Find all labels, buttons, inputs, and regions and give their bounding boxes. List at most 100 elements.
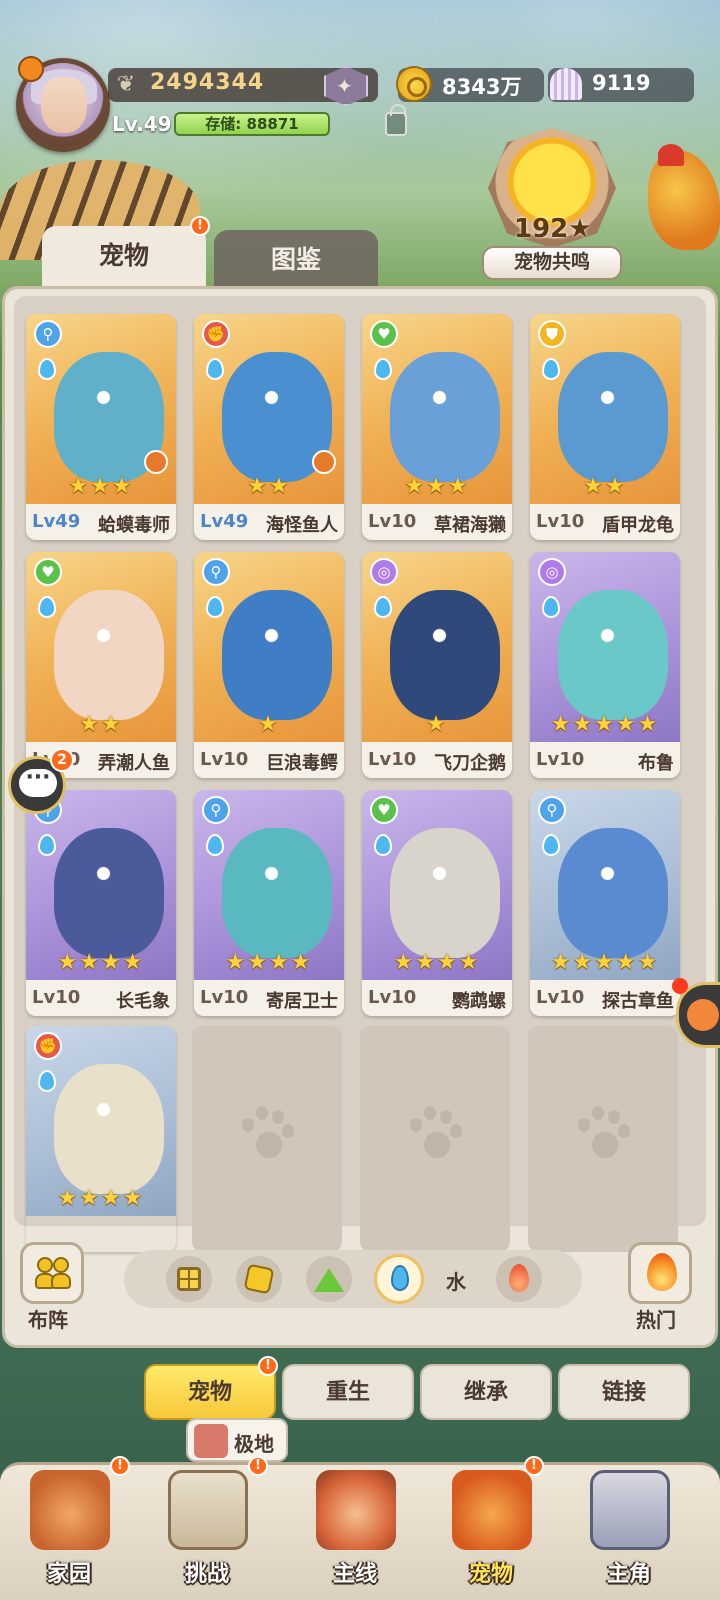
pet-type-icon: ⚲	[202, 796, 230, 824]
water-drop-icon	[374, 596, 392, 618]
water-drop-icon	[38, 1070, 56, 1092]
pet-level: Lv10	[536, 749, 585, 770]
empty-slot	[360, 1026, 510, 1252]
action-tab-rebirth[interactable]: 重生	[282, 1364, 414, 1420]
water-drop-icon	[374, 834, 392, 856]
pet-level: Lv10	[32, 987, 81, 1008]
pet-resonance-button[interactable]: 192★ 宠物共鸣	[478, 128, 626, 280]
pet-card[interactable]: ◎ ★★★★★ Lv10 布鲁	[530, 552, 680, 778]
nav-pets[interactable]: 宠物	[436, 1470, 546, 1590]
pet-stars: ★★	[79, 712, 123, 737]
shell-icon	[550, 68, 582, 100]
pet-card[interactable]: ✊ ★★ Lv49 海怪鱼人	[194, 314, 344, 540]
pet-name: 草裙海獭	[434, 515, 506, 536]
pumpkin-icon	[18, 56, 44, 82]
earth-element-icon[interactable]	[236, 1256, 282, 1302]
pet-level: Lv10	[368, 987, 417, 1008]
water-drop-icon	[374, 358, 392, 380]
empty-slot	[192, 1026, 342, 1252]
pet-type-icon: ⚲	[34, 320, 62, 348]
pet-card[interactable]: ⚲ ★★★ Lv49 蛤蟆毒师	[26, 314, 176, 540]
pet-level: Lv10	[200, 987, 249, 1008]
pet-card[interactable]: ⛊ ★★ Lv10 盾甲龙龟	[530, 314, 680, 540]
pet-stars: ★	[426, 712, 448, 737]
grass-element-icon[interactable]	[306, 1256, 352, 1302]
floating-pet-badge	[672, 978, 688, 994]
polar-tooltip[interactable]: 极地	[186, 1418, 288, 1462]
nav-challenge-badge: !	[248, 1456, 268, 1476]
pet-name: 长毛象	[116, 991, 170, 1012]
water-drop-icon	[38, 358, 56, 380]
tab-pets-badge: !	[190, 216, 210, 236]
pet-name: 海怪鱼人	[266, 515, 338, 536]
pet-name: 盾甲龙龟	[602, 515, 674, 536]
resonance-label: 宠物共鸣	[482, 246, 622, 280]
nav-mainline[interactable]: 主线	[300, 1470, 410, 1590]
pet-stars: ★★★★	[225, 950, 313, 975]
flame-icon	[647, 1253, 677, 1291]
pet-level: Lv10	[368, 511, 417, 532]
pet-stars: ★★★★★	[550, 712, 660, 737]
shell-counter[interactable]: 9119	[548, 68, 694, 102]
storage-label: 存储: 88871	[205, 115, 299, 133]
water-drop-icon	[542, 834, 560, 856]
pet-card[interactable]: ♥ ★★★★ Lv10 鹦鹉螺	[362, 790, 512, 1016]
warrior-icon	[316, 1470, 396, 1550]
pet-card[interactable]: ♥★★Lv10弄潮人鱼	[26, 552, 176, 778]
nav-hero[interactable]: 主角	[574, 1470, 684, 1590]
fire-element-icon[interactable]	[496, 1256, 542, 1302]
all-elements-icon[interactable]	[166, 1256, 212, 1302]
pet-level: Lv10	[536, 987, 585, 1008]
pet-type-icon: ◎	[538, 558, 566, 586]
lock-icon[interactable]	[385, 104, 407, 136]
pet-portrait	[558, 352, 668, 482]
crate-icon	[168, 1470, 248, 1550]
pet-stars: ★★★★	[393, 950, 481, 975]
water-drop-icon	[542, 358, 560, 380]
pet-card[interactable]: ◎ ★ Lv10 飞刀企鹅	[362, 552, 512, 778]
pet-portrait	[222, 590, 332, 720]
player-level: Lv.49	[112, 112, 172, 136]
paw-icon	[240, 1106, 296, 1166]
hero-equipment-icon	[590, 1470, 670, 1550]
resonance-count: 192★	[514, 214, 592, 244]
pet-stars: ★★★	[404, 474, 470, 499]
action-tab-inherit[interactable]: 继承	[420, 1364, 552, 1420]
pet-name: 巨浪毒鳄	[266, 753, 338, 774]
chat-badge: 2	[50, 748, 74, 772]
nav-home[interactable]: 家园	[14, 1470, 124, 1590]
pet-type-icon: ♥	[370, 796, 398, 824]
pet-portrait	[54, 590, 164, 720]
pet-portrait	[558, 828, 668, 958]
action-tab-pets[interactable]: 宠物	[144, 1364, 276, 1420]
action-tab-link[interactable]: 链接	[558, 1364, 690, 1420]
pet-level: Lv10	[536, 511, 585, 532]
pet-level: Lv10	[368, 749, 417, 770]
pet-stars: ★★★★	[57, 950, 145, 975]
water-element-icon[interactable]	[374, 1254, 424, 1304]
formation-button[interactable]	[20, 1242, 84, 1304]
pet-card[interactable]: ✊ ★★★★	[26, 1026, 176, 1252]
pet-card[interactable]: ⚲★★★★Lv10长毛象	[26, 790, 176, 1016]
empty-slot	[528, 1026, 678, 1252]
pet-card[interactable]: ⚲ ★★★★★ Lv10 探古章鱼	[530, 790, 680, 1016]
tab-pets[interactable]: 宠物	[42, 226, 206, 290]
selected-element-label: 水	[446, 1270, 466, 1294]
pet-level: Lv49	[32, 511, 81, 532]
pet-level: Lv10	[200, 749, 249, 770]
pet-card[interactable]: ⚲ ★★★★ Lv10 寄居卫士	[194, 790, 344, 1016]
nav-challenge[interactable]: 挑战	[152, 1470, 262, 1590]
pet-type-icon: ⚲	[538, 796, 566, 824]
water-drop-icon	[38, 834, 56, 856]
coin-counter[interactable]: 8343万	[396, 66, 544, 102]
tab-atlas[interactable]: 图鉴	[214, 230, 378, 294]
pet-type-icon: ⚲	[202, 558, 230, 586]
pet-name: 飞刀企鹅	[434, 753, 506, 774]
water-drop-icon	[206, 834, 224, 856]
action-pets-badge: !	[258, 1356, 278, 1376]
pet-card[interactable]: ♥ ★★★ Lv10 草裙海獭	[362, 314, 512, 540]
hot-sort-button[interactable]	[628, 1242, 692, 1304]
pet-name: 探古章鱼	[602, 991, 674, 1012]
coin-value: 8343万	[442, 75, 522, 99]
pet-card[interactable]: ⚲ ★ Lv10 巨浪毒鳄	[194, 552, 344, 778]
